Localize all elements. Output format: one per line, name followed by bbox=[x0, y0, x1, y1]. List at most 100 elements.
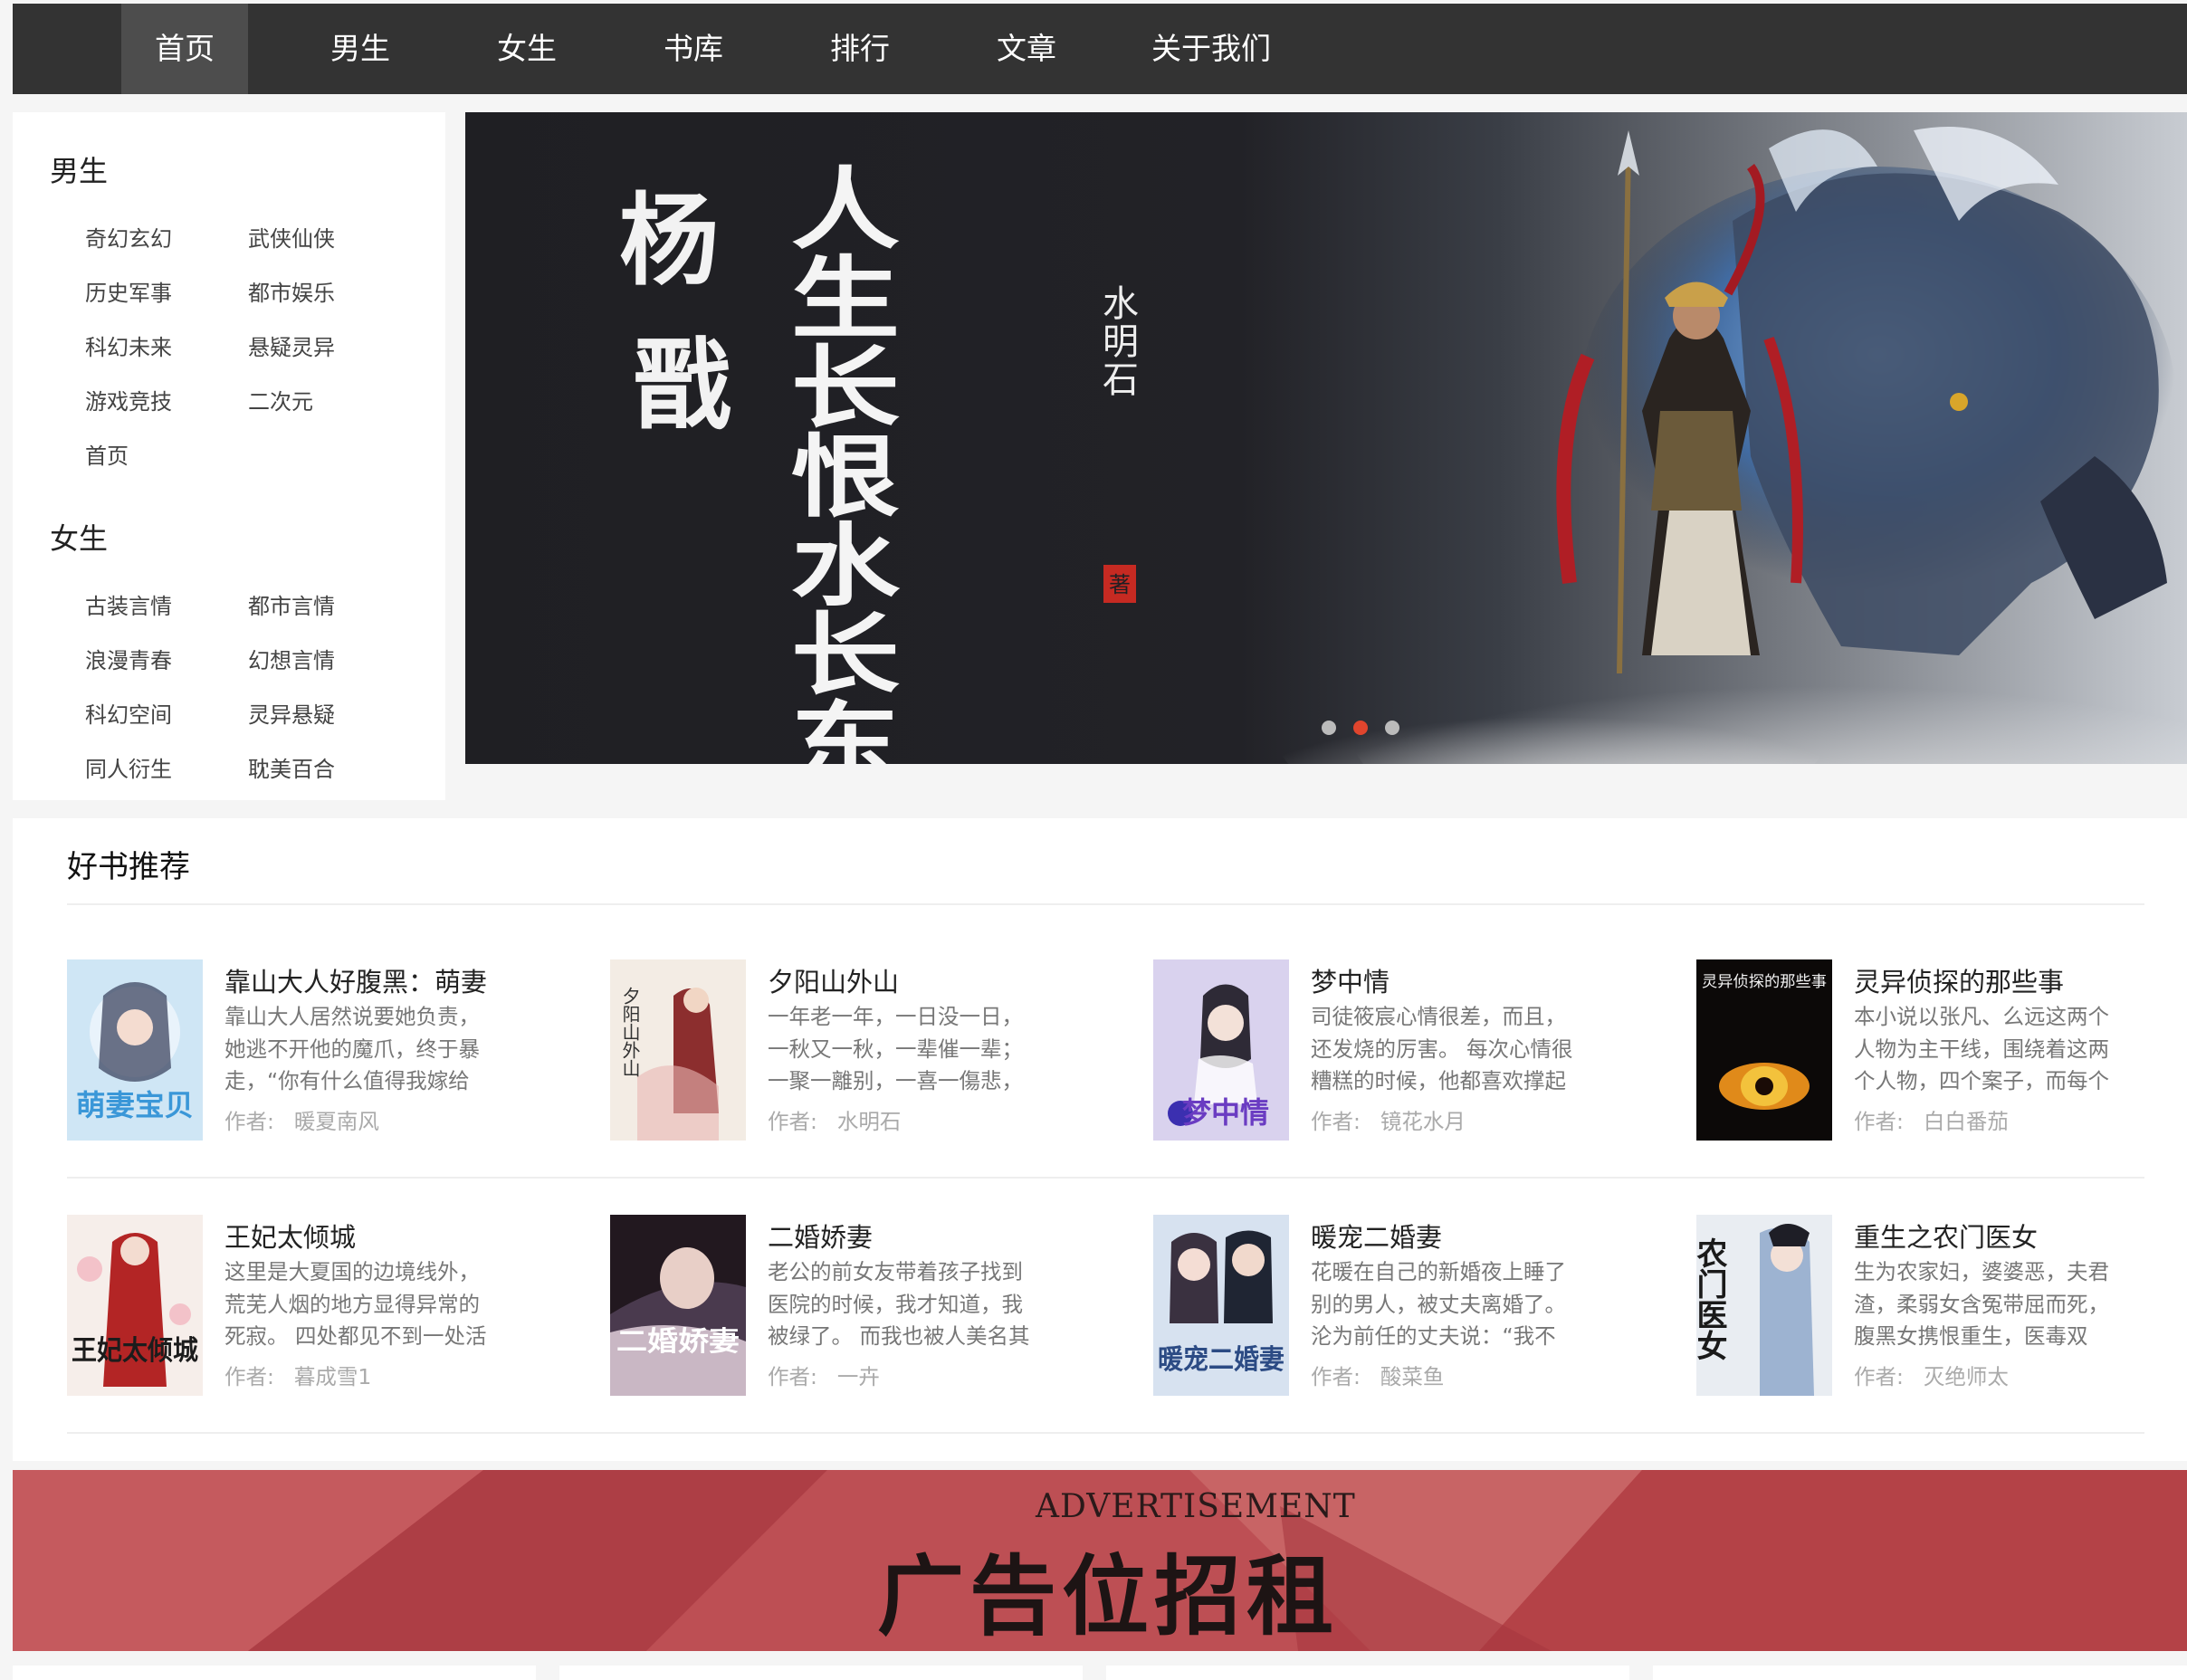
nav-female[interactable]: 女生 bbox=[473, 4, 581, 94]
book-title[interactable]: 王妃太倾城 bbox=[224, 1217, 356, 1255]
book-cover[interactable]: 灵异侦探的那些事 bbox=[1696, 959, 1832, 1141]
book-card[interactable]: 夕阳山外山 夕阳山外山 一年老一年，一日没一日，一秋又一秋，一辈催一辈；一聚一離… bbox=[610, 959, 1135, 1142]
book-title[interactable]: 夕阳山外山 bbox=[768, 961, 899, 999]
hero-banner[interactable]: 杨 戬 人生长恨水长东 水明石 著 bbox=[465, 112, 2187, 764]
book-card[interactable]: 王妃太倾城 王妃太倾城 这里是大夏国的边境线外，荒芜人烟的地方显得异常的死寂。 … bbox=[67, 1215, 592, 1398]
book-card[interactable]: 暖宠二婚妻 暖宠二婚妻 花暖在自己的新婚夜上睡了别的男人，被丈夫离婚了。沦为前任… bbox=[1153, 1215, 1678, 1398]
category-link[interactable]: 游戏竞技 bbox=[85, 384, 172, 415]
ad-english-text: ADVERTISEMENT bbox=[1036, 1488, 1356, 1525]
svg-text:灵异侦探的那些事: 灵异侦探的那些事 bbox=[1702, 973, 1827, 991]
svg-text:著: 著 bbox=[1109, 572, 1131, 597]
book-card[interactable]: 灵异侦探的那些事 灵异侦探的那些事 本小说以张凡、么远这两个人物为主干线，围绕着… bbox=[1696, 959, 2187, 1142]
book-description: 本小说以张凡、么远这两个人物为主干线，围绕着这两个人物，四个案子，而每个 bbox=[1854, 1004, 2109, 1093]
book-card[interactable]: 梦中情 梦中情 司徒筱宸心情很差，而且，还发烧的厉害。 每次心情很糟糕的时候，他… bbox=[1153, 959, 1678, 1142]
book-card[interactable]: 二婚娇妻 二婚娇妻 老公的前女友带着孩子找到医院的时候，我才知道，我被绿了。 而… bbox=[610, 1215, 1135, 1398]
book-description: 老公的前女友带着孩子找到医院的时候，我才知道，我被绿了。 而我也被人美名其 bbox=[768, 1259, 1030, 1349]
male-category-title: 男生 bbox=[50, 154, 109, 188]
book-cover[interactable]: 二婚娇妻 bbox=[610, 1215, 746, 1396]
category-link[interactable]: 耽美百合 bbox=[248, 751, 335, 783]
banner-artwork: 杨 戬 人生长恨水长东 水明石 著 bbox=[465, 112, 2187, 764]
category-link[interactable]: 奇幻玄幻 bbox=[85, 221, 172, 253]
book-description: 花暖在自己的新婚夜上睡了别的男人，被丈夫离婚了。沦为前任的丈夫说：“我不 bbox=[1311, 1259, 1566, 1349]
svg-text:王妃太倾城: 王妃太倾城 bbox=[72, 1335, 198, 1367]
nav-ranking[interactable]: 排行 bbox=[806, 4, 914, 94]
book-cover[interactable]: 农门医女 bbox=[1696, 1215, 1832, 1396]
category-link[interactable]: 同人衍生 bbox=[85, 751, 172, 783]
category-link[interactable]: 古装言情 bbox=[85, 588, 172, 620]
category-link[interactable]: 浪漫青春 bbox=[85, 643, 172, 674]
section-title: 好书推荐 bbox=[67, 849, 190, 885]
nav-library[interactable]: 书库 bbox=[639, 4, 748, 94]
book-cover[interactable]: 暖宠二婚妻 bbox=[1153, 1215, 1289, 1396]
category-link[interactable]: 武侠仙侠 bbox=[248, 221, 335, 253]
book-author: 作者: 暮成雪1 bbox=[224, 1364, 372, 1389]
book-author: 作者: 镜花水月 bbox=[1311, 1109, 1466, 1134]
card-placeholder bbox=[13, 1666, 536, 1680]
book-card[interactable]: 农门医女 重生之农门医女 生为农家妇，婆婆恶，夫君渣，柔弱女含冤带屈而死，腹黑女… bbox=[1696, 1215, 2187, 1398]
carousel-dot[interactable] bbox=[1322, 721, 1336, 735]
category-link[interactable]: 悬疑灵异 bbox=[248, 329, 335, 361]
book-author: 作者: 一卉 bbox=[768, 1364, 880, 1389]
book-description: 生为农家妇，婆婆恶，夫君渣，柔弱女含冤带屈而死，腹黑女携恨重生，医毒双 bbox=[1854, 1259, 2109, 1349]
book-title[interactable]: 梦中情 bbox=[1311, 961, 1390, 999]
book-author: 作者: 白白番茄 bbox=[1854, 1109, 2009, 1134]
book-card[interactable]: 萌妻宝贝 靠山大人好腹黑：萌妻 靠山大人居然说要她负责，她逃不开他的魔爪，终于暴… bbox=[67, 959, 592, 1142]
svg-text:水明石: 水明石 bbox=[1096, 284, 1139, 398]
banner-calligraphy: 杨 bbox=[619, 182, 719, 299]
svg-text:暖宠二婚妻: 暖宠二婚妻 bbox=[1158, 1344, 1285, 1376]
book-author: 作者: 水明石 bbox=[768, 1109, 902, 1134]
book-description: 一年老一年，一日没一日，一秋又一秋，一辈催一辈；一聚一離别，一喜一傷悲， bbox=[768, 1004, 1023, 1093]
carousel-dots bbox=[1322, 721, 1399, 735]
book-description: 靠山大人居然说要她负责，她逃不开他的魔爪，终于暴走，“你有什么值得我嫁给 bbox=[224, 1004, 480, 1093]
svg-text:二婚娇妻: 二婚娇妻 bbox=[616, 1326, 740, 1358]
book-title[interactable]: 灵异侦探的那些事 bbox=[1854, 961, 2064, 999]
book-cover[interactable]: 萌妻宝贝 bbox=[67, 959, 203, 1141]
divider bbox=[67, 1432, 2144, 1434]
card-placeholder bbox=[1653, 1666, 2187, 1680]
nav-male[interactable]: 男生 bbox=[306, 4, 415, 94]
card-placeholder bbox=[1106, 1666, 1629, 1680]
divider bbox=[67, 1177, 2144, 1179]
book-author: 作者: 灭绝师太 bbox=[1854, 1364, 2009, 1389]
carousel-dot-active[interactable] bbox=[1353, 721, 1368, 735]
ad-chinese-text: 广告位招租 bbox=[877, 1546, 1339, 1647]
svg-text:萌妻宝贝: 萌妻宝贝 bbox=[76, 1088, 194, 1122]
book-cover[interactable]: 梦中情 bbox=[1153, 959, 1289, 1141]
svg-text:夕阳山外山: 夕阳山外山 bbox=[619, 987, 641, 1077]
top-nav: 首页 男生 女生 书库 排行 文章 关于我们 bbox=[13, 4, 2187, 94]
divider bbox=[67, 903, 2144, 905]
book-cover[interactable]: 夕阳山外山 bbox=[610, 959, 746, 1141]
category-link[interactable]: 都市娱乐 bbox=[248, 275, 335, 307]
book-description: 司徒筱宸心情很差，而且，还发烧的厉害。 每次心情很糟糕的时候，他都喜欢撑起 bbox=[1311, 1004, 1573, 1093]
card-placeholder bbox=[559, 1666, 1083, 1680]
female-category-title: 女生 bbox=[50, 521, 109, 556]
svg-text:人生长恨水长东: 人生长恨水长东 bbox=[772, 162, 900, 764]
category-link[interactable]: 灵异悬疑 bbox=[248, 697, 335, 729]
book-author: 作者: 暖夏南风 bbox=[224, 1109, 379, 1134]
ad-banner[interactable]: ADVERTISEMENT 广告位招租 bbox=[13, 1470, 2187, 1651]
book-cover[interactable]: 王妃太倾城 bbox=[67, 1215, 203, 1396]
book-title[interactable]: 暖宠二婚妻 bbox=[1311, 1217, 1442, 1255]
category-link[interactable]: 二次元 bbox=[248, 384, 313, 415]
recommend-section: 好书推荐 萌妻宝贝 靠山大人好腹黑：萌妻 靠山大人居然说要她负责，她逃不开他的魔… bbox=[13, 818, 2187, 1461]
svg-text:梦中情: 梦中情 bbox=[1182, 1095, 1269, 1130]
category-link[interactable]: 科幻未来 bbox=[85, 329, 172, 361]
book-title[interactable]: 重生之农门医女 bbox=[1854, 1217, 2038, 1255]
category-link[interactable]: 都市言情 bbox=[248, 588, 335, 620]
category-link[interactable]: 幻想言情 bbox=[248, 643, 335, 674]
category-link[interactable]: 科幻空间 bbox=[85, 697, 172, 729]
book-description: 这里是大夏国的边境线外，荒芜人烟的地方显得异常的死寂。 四处都见不到一处活 bbox=[224, 1259, 487, 1349]
book-title[interactable]: 二婚娇妻 bbox=[768, 1217, 873, 1255]
svg-text:农门医女: 农门医女 bbox=[1696, 1237, 1727, 1360]
book-author: 作者: 酸菜鱼 bbox=[1311, 1364, 1445, 1389]
next-section-top bbox=[13, 1662, 2187, 1680]
nav-about[interactable]: 关于我们 bbox=[1139, 4, 1284, 94]
book-title[interactable]: 靠山大人好腹黑：萌妻 bbox=[224, 961, 487, 999]
svg-text:戬: 戬 bbox=[633, 327, 732, 444]
nav-home[interactable]: 首页 bbox=[121, 4, 248, 94]
nav-articles[interactable]: 文章 bbox=[972, 4, 1081, 94]
category-sidebar: 男生 奇幻玄幻 武侠仙侠 历史军事 都市娱乐 科幻未来 悬疑灵异 游戏竞技 二次… bbox=[13, 112, 445, 800]
category-link[interactable]: 历史军事 bbox=[85, 275, 172, 307]
category-link[interactable]: 首页 bbox=[85, 438, 129, 470]
carousel-dot[interactable] bbox=[1385, 721, 1399, 735]
